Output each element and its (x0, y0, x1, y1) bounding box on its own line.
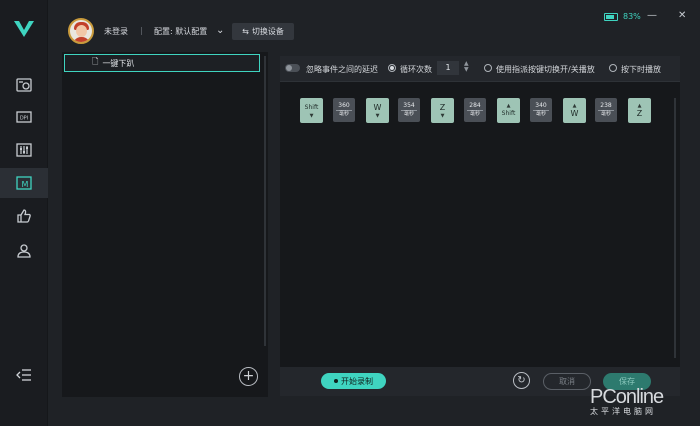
mouse-settings-icon (16, 78, 32, 92)
key-label: Z (439, 102, 446, 112)
delay-unit: 毫秒 (533, 110, 549, 118)
battery-indicator: 83% (604, 12, 641, 21)
key-event-chip[interactable]: W ▼ (366, 98, 389, 123)
watermark-sub: 太平洋电脑网 (590, 407, 656, 416)
loop-label: 循环次数 (400, 65, 432, 74)
sidebar-item-like[interactable] (0, 201, 48, 231)
delay-event-chip[interactable]: 354 毫秒 (398, 98, 420, 122)
macro-event-list: Shift ▼ 360 毫秒 W ▼ 354 毫秒 Z ▼ 284 毫秒 ▲ Shift 340 毫秒 ▲ W 23… (300, 98, 660, 124)
toggle-play-radio[interactable] (484, 64, 492, 72)
avatar[interactable] (68, 18, 94, 44)
delay-event-chip[interactable]: 238 毫秒 (595, 98, 617, 122)
switch-device-button[interactable]: ⇆ 切换设备 (232, 23, 294, 40)
macro-list-panel: 🗋 一键下趴 (62, 52, 268, 397)
record-dot-icon (334, 379, 338, 383)
reset-icon[interactable]: ↻ (513, 372, 530, 389)
switch-device-label: 切换设备 (251, 27, 284, 36)
add-macro-button[interactable]: + (239, 367, 258, 386)
delay-unit: 毫秒 (598, 110, 614, 118)
top-bar: 未登录 | 配置: 默认配置 ⌄ ⇆ 切换设备 83% — ✕ (48, 0, 700, 58)
delay-unit: 毫秒 (467, 110, 483, 118)
key-down-arrow-icon: ▼ (440, 112, 445, 119)
delay-value: 354 (403, 102, 415, 109)
sidebar: DPI M (0, 0, 48, 426)
delay-value: 238 (600, 102, 612, 109)
close-icon[interactable]: ✕ (678, 10, 686, 21)
sidebar-item-mouse-settings[interactable] (0, 70, 48, 100)
v-logo-icon (14, 21, 34, 37)
config-selector[interactable]: 配置: 默认配置 (154, 26, 207, 37)
loop-radio[interactable] (388, 64, 396, 72)
key-event-chip[interactable]: Shift ▼ (300, 98, 323, 123)
key-label: Shift (304, 103, 319, 111)
minimize-icon[interactable]: — (647, 10, 657, 21)
key-down-arrow-icon: ▼ (375, 112, 380, 119)
toggle-play-label: 使用指派按键切换开/关播放 (496, 65, 595, 74)
switch-arrows-icon: ⇆ (242, 27, 249, 36)
battery-icon (604, 12, 618, 21)
options-bar: 忽略事件之间的延迟 循环次数 1 ▲ ▼ 使用指派按键切换开/关播放 按下时播放 (280, 56, 680, 82)
key-label: Shift (501, 109, 516, 117)
macro-icon: M (16, 176, 32, 190)
delay-value: 360 (338, 102, 350, 109)
sidebar-item-dpi[interactable]: DPI (0, 102, 48, 132)
delay-event-chip[interactable]: 284 毫秒 (464, 98, 486, 122)
key-event-chip[interactable]: Z ▼ (431, 98, 454, 123)
loop-count-input[interactable]: 1 (437, 61, 459, 75)
loop-count-stepper[interactable]: ▲ ▼ (464, 61, 469, 73)
login-status[interactable]: 未登录 (104, 26, 128, 37)
sidebar-item-macro[interactable]: M (0, 168, 48, 198)
delay-unit: 毫秒 (401, 110, 417, 118)
ignore-delay-label: 忽略事件之间的延迟 (306, 65, 378, 74)
file-icon: 🗋 (92, 57, 99, 66)
ignore-delay-toggle[interactable] (285, 64, 300, 72)
start-record-label: 开始录制 (341, 376, 373, 386)
delay-unit: 毫秒 (336, 110, 352, 118)
sidebar-item-user[interactable] (0, 236, 48, 266)
dpi-icon-label: DPI (20, 116, 28, 122)
key-label: W (570, 108, 579, 118)
thumb-up-icon (17, 209, 31, 223)
chevron-down-icon[interactable]: ⌄ (216, 25, 224, 36)
delay-event-chip[interactable]: 340 毫秒 (530, 98, 552, 122)
key-down-arrow-icon: ▼ (309, 112, 314, 119)
battery-percent: 83% (623, 12, 641, 21)
event-list-scrollbar[interactable] (674, 98, 676, 358)
dpi-icon: DPI (16, 111, 32, 123)
key-label: W (373, 102, 382, 112)
hold-play-label: 按下时播放 (621, 65, 661, 74)
header-separator: | (140, 26, 143, 35)
macro-list-scrollbar[interactable] (264, 56, 266, 346)
equalizer-icon (16, 143, 32, 157)
delay-value: 340 (535, 102, 547, 109)
key-label: Z (636, 108, 643, 118)
macro-list-item[interactable]: 🗋 一键下趴 (64, 54, 260, 72)
macro-editor-panel: 忽略事件之间的延迟 循环次数 1 ▲ ▼ 使用指派按键切换开/关播放 按下时播放 … (280, 56, 680, 396)
hold-play-radio[interactable] (609, 64, 617, 72)
user-settings-icon (17, 244, 31, 258)
watermark: PConline 太平洋电脑网 (590, 386, 664, 417)
start-record-button[interactable]: 开始录制 (321, 373, 386, 389)
key-event-chip[interactable]: ▲ Z (628, 98, 651, 123)
delay-event-chip[interactable]: 360 毫秒 (333, 98, 355, 122)
macro-list-item-label: 一键下趴 (102, 58, 135, 68)
delay-value: 284 (469, 102, 481, 109)
macro-icon-label: M (22, 180, 29, 189)
key-event-chip[interactable]: ▲ Shift (497, 98, 520, 123)
collapse-menu-icon[interactable] (16, 368, 32, 382)
key-event-chip[interactable]: ▲ W (563, 98, 586, 123)
battery-fill (606, 14, 615, 19)
cancel-button[interactable]: 取消 (543, 373, 591, 390)
sidebar-item-equalizer[interactable] (0, 135, 48, 165)
